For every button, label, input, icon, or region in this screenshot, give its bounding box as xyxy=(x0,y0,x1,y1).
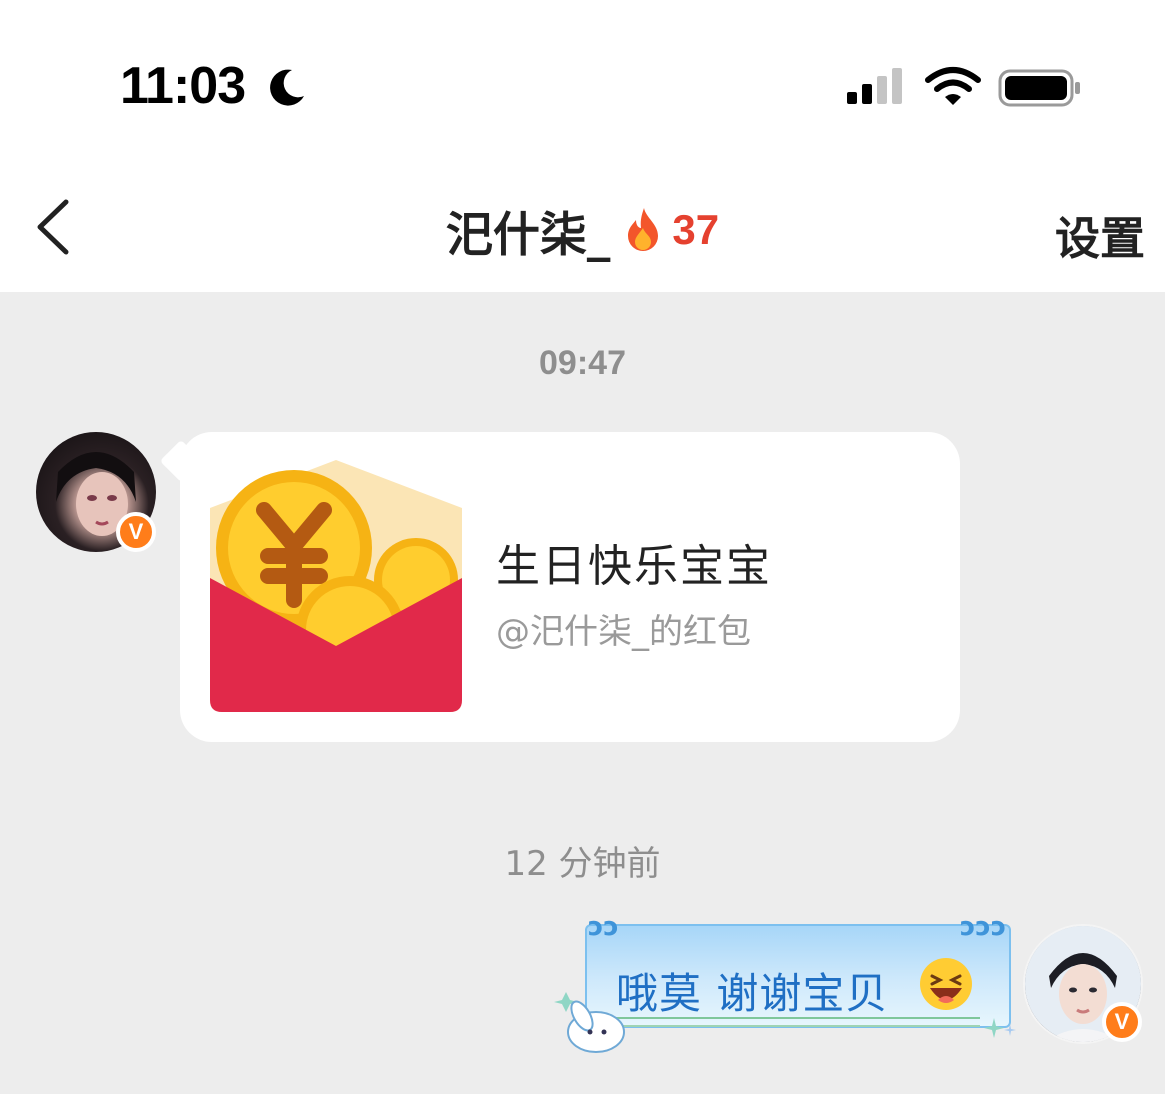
status-bar: 11:03 xyxy=(0,0,1165,160)
red-packet-icon xyxy=(210,460,462,712)
moon-icon xyxy=(270,69,304,106)
nav-title-group: 汜什柒_ 37 xyxy=(0,200,1165,263)
red-packet-sender: @汜什柒_的红包 xyxy=(496,612,751,652)
settings-button[interactable]: 设置 xyxy=(1055,202,1145,267)
message-text: 哦莫 谢谢宝贝 xyxy=(616,969,889,1018)
page-title: 汜什柒_ xyxy=(445,207,611,263)
status-time: 11:03 xyxy=(120,57,246,115)
red-packet-title: 生日快乐宝宝 xyxy=(496,541,772,592)
wifi-icon xyxy=(925,67,981,105)
laughing-tears-icon xyxy=(920,958,972,1010)
nav-bar: 汜什柒_ 37 设置 xyxy=(0,160,1165,292)
chat-area[interactable]: 09:47 V 生日快乐宝宝 @汜什柒_的红包 12 分钟前 ͻͻ ͻͻͻ 哦莫… xyxy=(0,292,1165,1094)
streak-count: 37 xyxy=(672,206,720,253)
sparkle-icon xyxy=(984,1018,1016,1038)
chat-screen: 11:03 汜什柒_ 37 设置 09:47 V 生日快乐宝宝 @汜什柒_的红包… xyxy=(0,0,1165,1094)
quote-decoration-icon: ͻͻͻ xyxy=(960,912,1007,942)
verified-badge-icon: V xyxy=(116,512,156,552)
bunny-sticker-icon xyxy=(554,992,625,1053)
verified-badge-icon: V xyxy=(1102,1002,1142,1042)
message-timestamp: 09:47 xyxy=(539,344,626,382)
fire-icon xyxy=(628,208,659,251)
message-timestamp: 12 分钟前 xyxy=(504,844,661,884)
signal-icon xyxy=(847,68,902,104)
quote-decoration-icon: ͻͻ xyxy=(588,912,619,942)
battery-icon xyxy=(998,69,1080,107)
